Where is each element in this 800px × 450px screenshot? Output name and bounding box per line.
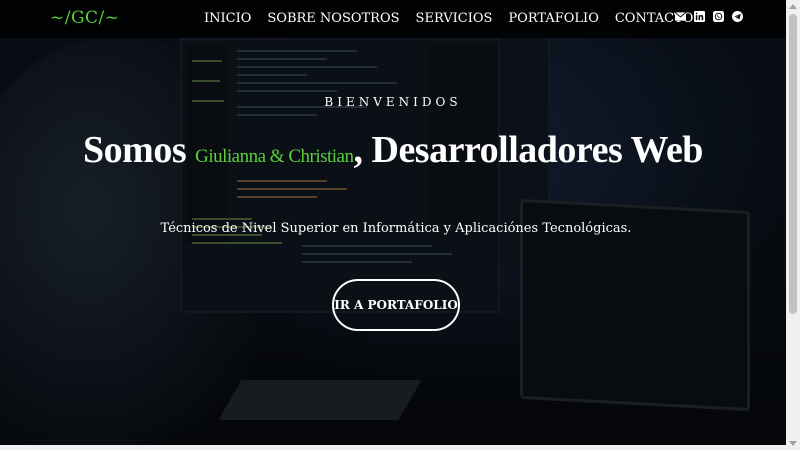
linkedin-icon[interactable] [694, 11, 705, 22]
envelope-icon[interactable] [675, 11, 686, 22]
headline-names: Giulianna & Christian [195, 146, 354, 167]
headline-suffix: , Desarrolladores Web [353, 129, 704, 171]
brand-logo[interactable]: ~/GC/~ [50, 8, 120, 28]
vertical-scrollbar[interactable] [786, 0, 800, 450]
hero-section: BIENVENIDOS Somos Giulianna & Christian,… [0, 0, 786, 445]
whatsapp-icon[interactable] [713, 11, 724, 22]
horizontal-scrollbar[interactable] [0, 445, 786, 450]
nav-link-servicios[interactable]: SERVICIOS [416, 11, 493, 26]
scroll-up-arrow-icon[interactable] [789, 4, 797, 9]
hero-headline: Somos Giulianna & Christian, Desarrollad… [0, 128, 786, 172]
nav-link-portafolio[interactable]: PORTAFOLIO [508, 11, 598, 26]
social-icons [675, 11, 743, 22]
portfolio-cta-button[interactable]: IR A PORTAFOLIO [332, 279, 460, 331]
nav-link-sobre-nosotros[interactable]: SOBRE NOSOTROS [267, 11, 399, 26]
nav-link-inicio[interactable]: INICIO [204, 11, 251, 26]
telegram-icon[interactable] [732, 11, 743, 22]
welcome-text: BIENVENIDOS [324, 95, 462, 109]
scroll-down-arrow-icon[interactable] [789, 441, 797, 446]
headline-prefix: Somos [83, 129, 196, 171]
hero-subtitle: Técnicos de Nivel Superior en Informátic… [160, 221, 632, 236]
top-navbar: ~/GC/~ INICIO SOBRE NOSOTROS SERVICIOS P… [0, 0, 786, 38]
scroll-thumb[interactable] [789, 14, 797, 314]
nav-links: INICIO SOBRE NOSOTROS SERVICIOS PORTAFOL… [204, 11, 693, 26]
